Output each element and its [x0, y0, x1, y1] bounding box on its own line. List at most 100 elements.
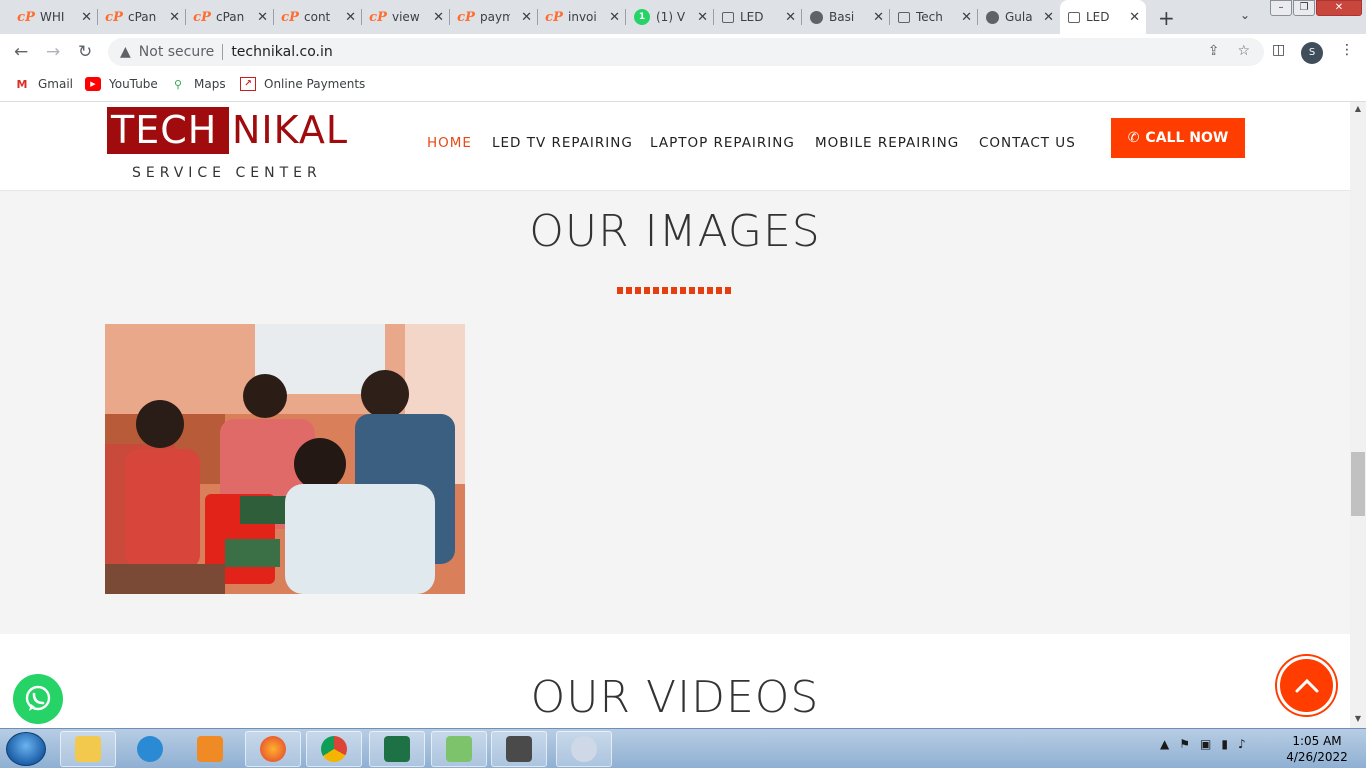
close-icon[interactable]: ✕ [873, 10, 884, 25]
close-icon[interactable]: ✕ [521, 10, 532, 25]
close-icon[interactable]: ✕ [433, 10, 444, 25]
taskbar-app-media-player[interactable] [182, 731, 238, 767]
bookmark-online-payments[interactable]: ↗ Online Payments [240, 77, 365, 91]
browser-tab[interactable]: cP WHI ✕ [10, 0, 98, 34]
browser-tab[interactable]: cP cont ✕ [274, 0, 362, 34]
chevron-down-icon[interactable]: ⌄ [1240, 8, 1250, 22]
minimize-icon[interactable]: – [1270, 0, 1292, 16]
scroll-up-arrow-icon[interactable]: ▲ [1350, 104, 1366, 113]
bookmark-gmail[interactable]: M Gmail [14, 77, 74, 91]
videos-section: OUR VIDEOS [0, 634, 1350, 728]
browser-tab-active[interactable]: LED ✕ [1060, 0, 1146, 34]
gmail-icon: M [16, 77, 28, 91]
new-tab-icon[interactable]: + [1158, 6, 1175, 30]
scroll-to-top-button[interactable] [1277, 656, 1336, 715]
monitor-icon [722, 11, 734, 23]
reload-icon[interactable]: ↻ [78, 42, 92, 62]
bookmark-maps[interactable]: ⚲ Maps [170, 77, 226, 91]
title-divider [617, 287, 734, 294]
repair-team-photo [105, 324, 465, 594]
volume-icon[interactable]: ♪ [1238, 737, 1246, 751]
close-icon[interactable]: ✕ [1043, 10, 1054, 25]
url-text[interactable]: technikal.co.in [231, 44, 332, 60]
taskbar-app-excel[interactable] [369, 731, 425, 767]
gallery-photo[interactable] [105, 324, 465, 594]
security-status[interactable]: Not secure [139, 44, 215, 60]
close-icon[interactable]: ✕ [785, 10, 796, 25]
forward-icon[interactable]: → [46, 42, 60, 62]
share-icon[interactable]: ⇪ [1208, 43, 1220, 59]
taskbar-app-chrome[interactable] [306, 731, 362, 767]
videos-section-title: OUR VIDEOS [530, 672, 820, 723]
browser-tab[interactable]: Gula ✕ [978, 0, 1060, 34]
close-window-icon[interactable]: ✕ [1316, 0, 1362, 16]
taskbar-app-firefox[interactable] [245, 731, 301, 767]
browser-tab[interactable]: 1 (1) V ✕ [626, 0, 714, 34]
browser-tab[interactable]: cP view ✕ [362, 0, 450, 34]
warning-icon[interactable]: ▲ [120, 44, 131, 60]
nav-mobile-repairing[interactable]: MOBILE REPAIRING [815, 135, 959, 151]
logo-highlight[interactable]: TECH [107, 107, 229, 154]
star-icon[interactable]: ☆ [1237, 43, 1250, 59]
scrollbar-thumb[interactable] [1351, 452, 1365, 516]
images-section-title: OUR IMAGES [529, 206, 821, 257]
tray-expand-icon[interactable]: ▲ [1160, 737, 1169, 751]
close-icon[interactable]: ✕ [697, 10, 708, 25]
close-icon[interactable]: ✕ [961, 10, 972, 25]
call-now-button[interactable]: ✆ CALL NOW [1111, 118, 1245, 158]
whatsapp-button[interactable] [13, 674, 63, 724]
system-tray: ▲ ⚑ ▣ ▮ ♪ [1160, 737, 1246, 751]
taskbar-app-ie[interactable] [122, 731, 178, 767]
flag-icon[interactable]: ⚑ [1179, 737, 1190, 751]
cpanel-icon: cP [281, 9, 299, 25]
browser-tab[interactable]: cP cPan ✕ [186, 0, 274, 34]
browser-tab[interactable]: cP paym ✕ [450, 0, 538, 34]
browser-tab[interactable]: Basi ✕ [802, 0, 890, 34]
bookmark-youtube[interactable]: ▶ YouTube [85, 77, 158, 91]
menu-icon[interactable]: ⋮ [1340, 42, 1354, 58]
device-icon[interactable]: ▣ [1200, 737, 1211, 751]
logo-rest[interactable]: NIKAL [232, 107, 348, 154]
start-button[interactable] [6, 732, 46, 766]
media-player-icon [197, 736, 223, 762]
network-icon[interactable]: ▮ [1221, 737, 1228, 751]
system-clock[interactable]: 1:05 AM 4/26/2022 [1282, 733, 1352, 765]
browser-toolbar: ← → ↻ ▲ Not secure technikal.co.in ⇪ ☆ ◫… [0, 34, 1366, 70]
taskbar: ▲ ⚑ ▣ ▮ ♪ 1:05 AM 4/26/2022 [0, 728, 1366, 768]
monitor-icon [1068, 11, 1080, 23]
bookmarks-bar: M Gmail ▶ YouTube ⚲ Maps ↗ Online Paymen… [0, 70, 1366, 102]
restore-icon[interactable]: ❐ [1293, 0, 1315, 16]
side-panel-icon[interactable]: ◫ [1272, 42, 1285, 58]
page-viewport: TECH NIKAL SERVICE CENTER HOME LED TV RE… [0, 102, 1350, 728]
globe-icon [810, 10, 823, 24]
close-icon[interactable]: ✕ [257, 10, 268, 25]
back-icon[interactable]: ← [14, 42, 28, 62]
nav-laptop-repairing[interactable]: LAPTOP REPAIRING [650, 135, 795, 151]
nav-home[interactable]: HOME [427, 135, 472, 151]
nav-led-tv-repairing[interactable]: LED TV REPAIRING [492, 135, 633, 151]
close-icon[interactable]: ✕ [169, 10, 180, 25]
close-icon[interactable]: ✕ [81, 10, 92, 25]
close-icon[interactable]: ✕ [345, 10, 356, 25]
taskbar-app-sublime[interactable] [491, 731, 547, 767]
scroll-down-arrow-icon[interactable]: ▼ [1350, 714, 1366, 723]
browser-tab[interactable]: cP cPan ✕ [98, 0, 186, 34]
page-scrollbar[interactable]: ▲ ▼ [1350, 102, 1366, 728]
browser-tab[interactable]: LED ✕ [714, 0, 802, 34]
profile-avatar[interactable]: S [1301, 42, 1323, 64]
cpanel-icon: cP [457, 9, 475, 25]
taskbar-app-paint[interactable] [556, 731, 612, 767]
taskbar-app-notepad[interactable] [431, 731, 487, 767]
browser-tab[interactable]: Tech ✕ [890, 0, 978, 34]
sublime-icon [506, 736, 532, 762]
close-icon[interactable]: ✕ [609, 10, 620, 25]
nav-contact-us[interactable]: CONTACT US [979, 135, 1076, 151]
address-bar[interactable]: ▲ Not secure technikal.co.in ⇪ ☆ [108, 38, 1264, 66]
close-icon[interactable]: ✕ [1129, 10, 1140, 25]
cpanel-icon: cP [17, 9, 35, 25]
globe-icon [986, 10, 999, 24]
browser-tab[interactable]: cP invoi ✕ [538, 0, 626, 34]
taskbar-app-explorer[interactable] [60, 731, 116, 767]
paint-icon [571, 736, 597, 762]
chart-icon: ↗ [240, 77, 256, 91]
